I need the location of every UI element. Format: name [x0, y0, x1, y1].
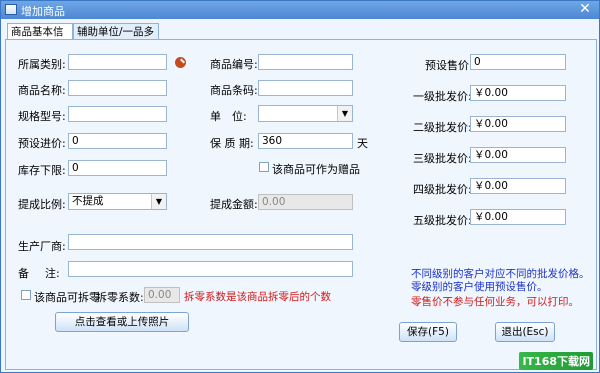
- split-factor-label: 拆零系数:: [96, 291, 144, 304]
- price-note-blue-2: 零级别的客户使用预设售价。: [411, 281, 548, 293]
- manufacturer-label: 生产厂商:: [18, 240, 66, 253]
- remark-input[interactable]: [68, 261, 353, 277]
- tab-basic-info[interactable]: 商品基本信息: [7, 23, 73, 54]
- level5-price-input[interactable]: ￥0.00: [470, 209, 566, 225]
- exit-button[interactable]: 退出(Esc): [495, 322, 555, 342]
- category-lookup-icon[interactable]: [175, 57, 186, 68]
- code-label: 商品编号:: [210, 58, 258, 71]
- preset-sale-label: 预设售价:: [425, 59, 473, 72]
- code-input[interactable]: [258, 54, 353, 70]
- add-product-window: 增加商品 ✕ 商品基本信息 辅助单位/一品多码 所属类别: 商品名称: 规格型号…: [0, 0, 600, 373]
- commission-ratio-select[interactable]: 不提成 ▼: [68, 193, 167, 210]
- level1-price-label: 一级批发价:: [413, 90, 472, 103]
- name-label: 商品名称:: [18, 84, 66, 97]
- split-checkbox-label: 该商品可拆零: [34, 291, 100, 304]
- tab-aux-unit[interactable]: 辅助单位/一品多码: [73, 23, 159, 54]
- save-button[interactable]: 保存(F5): [399, 322, 457, 342]
- level4-price-input[interactable]: ￥0.00: [470, 178, 566, 194]
- level2-price-label: 二级批发价:: [413, 121, 472, 134]
- chevron-down-icon: ▼: [337, 106, 352, 121]
- level3-price-input[interactable]: ￥0.00: [470, 147, 566, 163]
- app-window-icon: [5, 4, 17, 15]
- unit-label-1: 单: [210, 110, 221, 123]
- barcode-label: 商品条码:: [210, 84, 258, 97]
- split-factor-hint: 拆零系数是该商品拆零后的个数: [184, 291, 331, 303]
- purchase-price-input[interactable]: 0: [68, 133, 167, 149]
- commission-amount-input[interactable]: 0.00: [258, 194, 353, 210]
- title-bar: 增加商品 ✕: [1, 1, 599, 19]
- level3-price-label: 三级批发价:: [413, 152, 472, 165]
- preset-sale-input[interactable]: 0: [470, 54, 566, 70]
- level4-price-label: 四级批发价:: [413, 183, 472, 196]
- gift-checkbox[interactable]: [259, 162, 269, 172]
- unit-select[interactable]: ▼: [258, 105, 353, 122]
- site-watermark: IT168下载网: [519, 352, 593, 370]
- upload-photo-button[interactable]: 点击查看或上传照片: [55, 312, 189, 332]
- category-input[interactable]: [68, 54, 167, 70]
- purchase-price-label: 预设进价:: [18, 137, 66, 150]
- unit-label-2: 位:: [232, 110, 247, 123]
- manufacturer-input[interactable]: [68, 234, 353, 250]
- commission-ratio-label: 提成比例:: [18, 198, 66, 211]
- split-checkbox[interactable]: [21, 290, 31, 300]
- stock-min-label: 库存下限:: [18, 164, 66, 177]
- remark-label-2: 注:: [45, 267, 60, 280]
- shelf-life-label: 保 质 期:: [210, 137, 254, 150]
- remark-label-1: 备: [18, 267, 29, 280]
- close-button[interactable]: ✕: [577, 2, 593, 17]
- chevron-down-icon: ▼: [151, 194, 166, 209]
- shelf-life-unit: 天: [357, 137, 368, 150]
- spec-input[interactable]: [68, 106, 167, 122]
- commission-ratio-value: 不提成: [72, 195, 104, 207]
- spec-label: 规格型号:: [18, 110, 66, 123]
- shelf-life-input[interactable]: 360: [258, 133, 353, 149]
- price-note-red: 零售价不参与任何业务，可以打印。: [411, 296, 579, 308]
- split-factor-input[interactable]: 0.00: [144, 287, 180, 303]
- level1-price-input[interactable]: ￥0.00: [470, 85, 566, 101]
- barcode-input[interactable]: [258, 80, 353, 96]
- level2-price-input[interactable]: ￥0.00: [470, 116, 566, 132]
- level5-price-label: 五级批发价:: [413, 214, 472, 227]
- stock-min-input[interactable]: 0: [68, 160, 167, 176]
- category-label: 所属类别:: [18, 58, 66, 71]
- name-input[interactable]: [68, 80, 167, 96]
- window-title: 增加商品: [21, 5, 65, 18]
- commission-amount-label: 提成金额:: [210, 198, 258, 211]
- close-icon: ✕: [579, 1, 591, 17]
- gift-checkbox-label: 该商品可作为赠品: [272, 163, 360, 176]
